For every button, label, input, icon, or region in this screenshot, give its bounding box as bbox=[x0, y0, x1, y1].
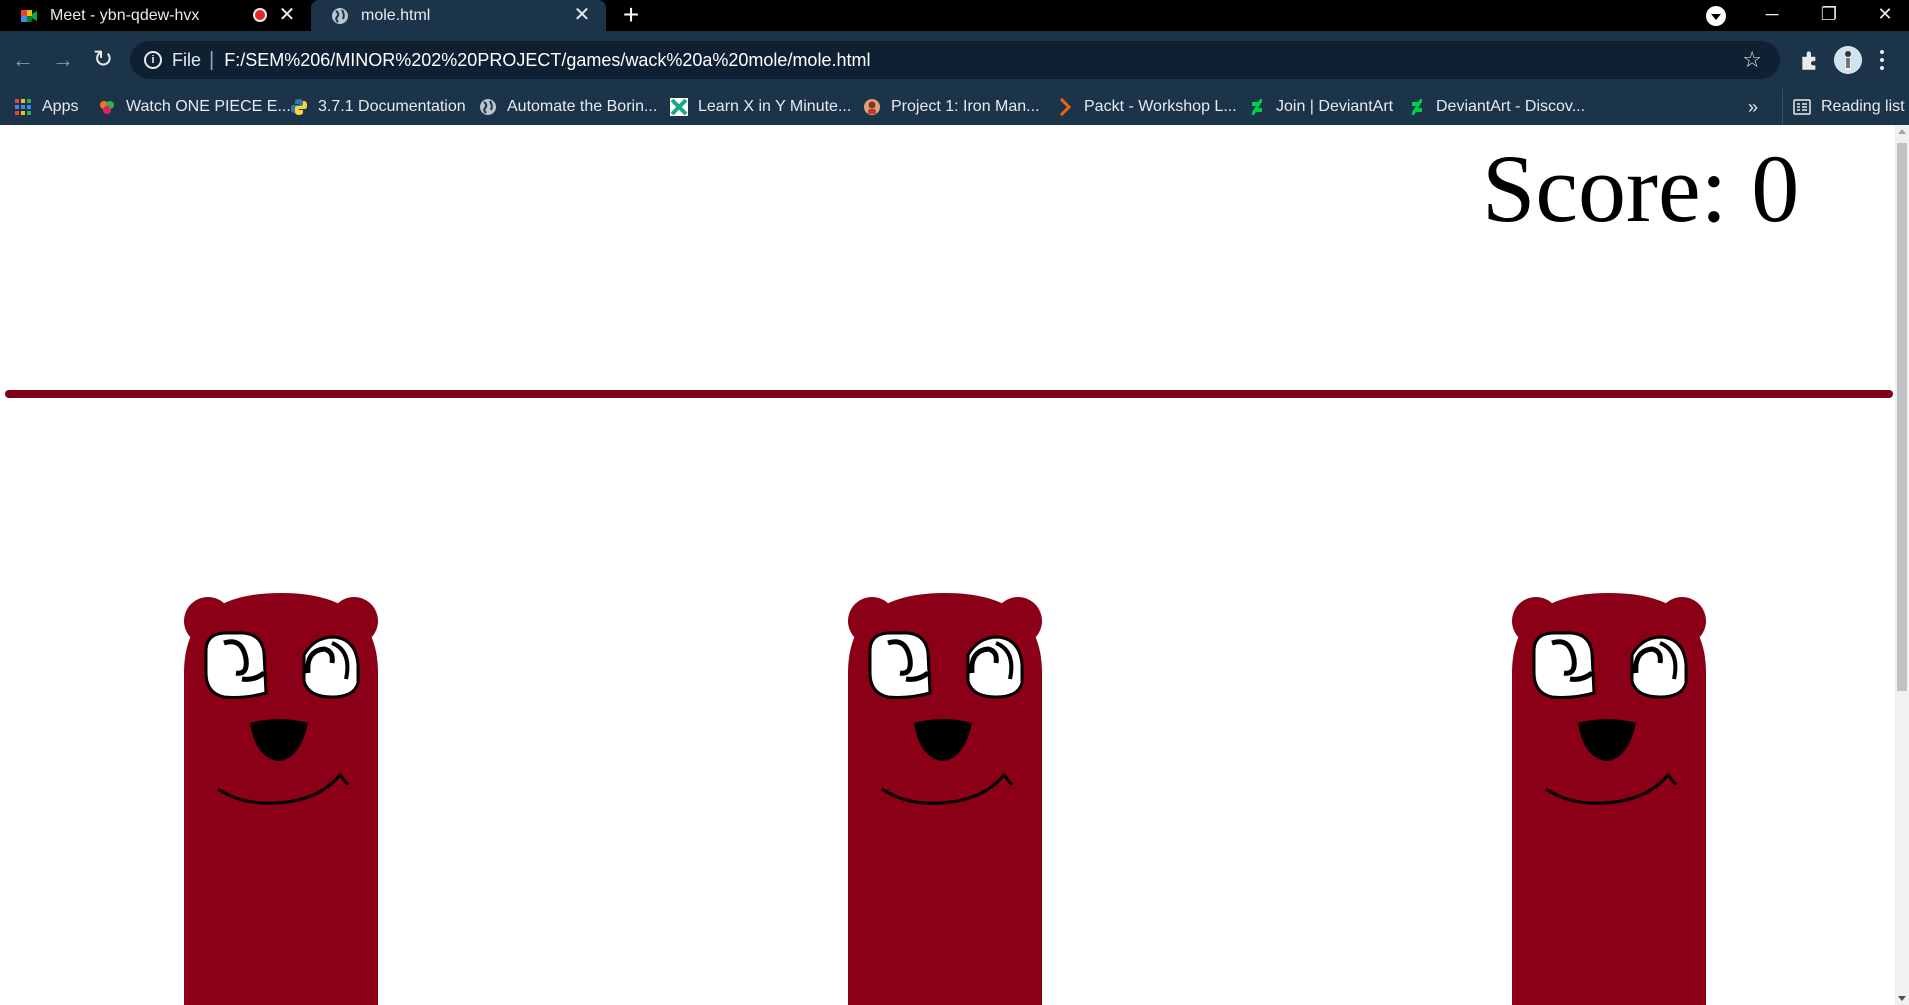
score-label: Score: bbox=[1482, 135, 1728, 242]
bookmark-label: Watch ONE PIECE E... bbox=[126, 98, 291, 115]
close-window-button[interactable]: ✕ bbox=[1862, 0, 1908, 31]
mole-3[interactable] bbox=[1512, 593, 1706, 1005]
bookmark-label: DeviantArt - Discov... bbox=[1436, 98, 1586, 115]
scroll-thumb[interactable] bbox=[1897, 143, 1907, 691]
browser-toolbar: ← → ↻ i File | F:/SEM%206/MINOR%202%20PR… bbox=[0, 31, 1909, 89]
bookmark-python-docs[interactable]: 3.7.1 Documentation bbox=[290, 89, 466, 125]
maximize-button[interactable]: ❐ bbox=[1806, 0, 1852, 31]
new-tab-button[interactable]: + bbox=[618, 1, 644, 29]
site-info-icon[interactable]: i bbox=[144, 51, 162, 69]
address-separator: | bbox=[209, 48, 215, 71]
packt-icon bbox=[1059, 98, 1072, 116]
bookmark-join-deviantart[interactable]: Join | DeviantArt bbox=[1248, 89, 1393, 125]
scheme-label: File bbox=[172, 49, 202, 70]
bookmarks-bar: Apps Watch ONE PIECE E... 3.7.1 Document… bbox=[0, 89, 1909, 125]
deviantart-icon bbox=[1412, 99, 1422, 115]
page-viewport: Score: 0 bbox=[0, 125, 1895, 1005]
bookmark-label: Packt - Workshop L... bbox=[1084, 98, 1237, 115]
profile-figure-icon bbox=[1834, 46, 1862, 74]
close-tab-icon[interactable]: ✕ bbox=[277, 5, 297, 25]
scroll-up-arrow-icon[interactable] bbox=[1898, 129, 1906, 134]
crunchy-icon bbox=[100, 101, 114, 114]
bookmark-deviantart-discover[interactable]: DeviantArt - Discov... bbox=[1408, 89, 1585, 125]
forward-arrow-icon[interactable]: → bbox=[48, 45, 78, 75]
mole-2[interactable] bbox=[848, 593, 1042, 1005]
mole-1[interactable] bbox=[184, 593, 378, 1005]
score-value: 0 bbox=[1751, 135, 1800, 242]
tab-title: mole.html bbox=[361, 6, 431, 24]
tab-meet[interactable]: Meet - ybn-qdew-hvx ✕ bbox=[0, 0, 311, 31]
back-arrow-icon[interactable]: ← bbox=[8, 45, 38, 75]
bookmark-one-piece[interactable]: Watch ONE PIECE E... bbox=[98, 89, 291, 125]
close-tab-icon[interactable]: ✕ bbox=[572, 5, 592, 25]
bookmark-label: Join | DeviantArt bbox=[1276, 98, 1394, 115]
bookmark-label: 3.7.1 Documentation bbox=[318, 98, 466, 115]
address-bar[interactable]: i File | F:/SEM%206/MINOR%202%20PROJECT/… bbox=[130, 41, 1780, 79]
ironman-icon bbox=[864, 99, 880, 115]
tab-title: Meet - ybn-qdew-hvx bbox=[50, 6, 200, 24]
bookmarks-overflow-button[interactable]: » bbox=[1748, 89, 1758, 125]
tab-strip: Meet - ybn-qdew-hvx ✕ mole.html ✕ + ─ ❐ … bbox=[0, 0, 1909, 31]
bookmark-label: Automate the Borin... bbox=[507, 98, 658, 115]
score-display: Score: 0 bbox=[1482, 141, 1799, 237]
minimize-button[interactable]: ─ bbox=[1749, 0, 1795, 31]
reload-icon[interactable]: ↻ bbox=[88, 45, 118, 75]
globe-icon bbox=[480, 99, 496, 115]
bookmark-label: Learn X in Y Minute... bbox=[698, 98, 852, 115]
reading-list-button[interactable]: Reading list bbox=[1782, 89, 1905, 125]
globe-icon bbox=[332, 7, 348, 24]
python-icon bbox=[291, 99, 307, 115]
google-meet-icon bbox=[21, 9, 37, 22]
bookmark-automate[interactable]: Automate the Borin... bbox=[479, 89, 657, 125]
bookmark-label: Apps bbox=[42, 98, 79, 115]
reading-list-label: Reading list bbox=[1821, 98, 1905, 115]
deviantart-icon bbox=[1252, 99, 1262, 115]
tab-mole[interactable]: mole.html ✕ bbox=[311, 0, 606, 31]
browser-menu-icon[interactable] bbox=[1878, 47, 1886, 73]
bookmark-apps[interactable]: Apps bbox=[14, 89, 78, 125]
ground-line bbox=[5, 390, 1893, 398]
vertical-scrollbar[interactable] bbox=[1895, 125, 1909, 1005]
scroll-down-arrow-icon[interactable] bbox=[1898, 996, 1906, 1001]
reading-list-icon bbox=[1793, 99, 1811, 115]
url-text[interactable]: F:/SEM%206/MINOR%202%20PROJECT/games/wac… bbox=[224, 50, 870, 71]
profile-avatar-icon[interactable] bbox=[1834, 46, 1862, 74]
recording-indicator-icon bbox=[253, 8, 267, 22]
apps-grid-icon bbox=[15, 99, 31, 115]
x-minutes-icon bbox=[670, 98, 688, 116]
bookmark-label: Project 1: Iron Man... bbox=[891, 98, 1040, 115]
bookmark-iron-man[interactable]: Project 1: Iron Man... bbox=[863, 89, 1040, 125]
tab-search-icon[interactable] bbox=[1706, 6, 1726, 26]
bookmark-packt[interactable]: Packt - Workshop L... bbox=[1056, 89, 1237, 125]
extensions-puzzle-icon[interactable] bbox=[1798, 47, 1824, 73]
bookmark-star-icon[interactable]: ☆ bbox=[1742, 47, 1762, 73]
bookmark-learn-x[interactable]: Learn X in Y Minute... bbox=[670, 89, 851, 125]
